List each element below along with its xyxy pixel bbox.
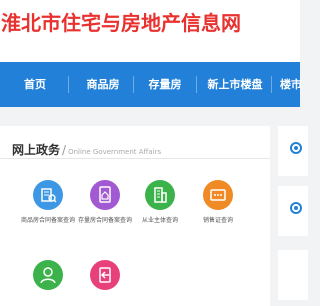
- title-separator: /: [62, 143, 67, 157]
- office-building-icon: [145, 180, 175, 210]
- nav-item-resale-homes[interactable]: 存量房: [143, 62, 187, 107]
- panel-title-text: 网上政务: [12, 143, 61, 157]
- service-label: 销售证查询: [202, 217, 233, 224]
- side-card-1[interactable]: [278, 126, 308, 176]
- nav-divider: [271, 76, 272, 93]
- nav-item-market[interactable]: 楼市: [280, 62, 320, 107]
- circle-target-icon: [290, 142, 302, 154]
- nav-divider: [196, 76, 197, 93]
- site-title[interactable]: 淮北市住宅与房地产信息网: [1, 7, 241, 36]
- user-icon: [33, 260, 63, 290]
- panel-title: 网上政务 / Online Government Affairs: [12, 139, 161, 158]
- side-card-2[interactable]: [278, 186, 308, 236]
- circle-target-icon: [290, 202, 302, 214]
- service-entity-query[interactable]: 从业主体查询: [132, 180, 188, 225]
- building-search-icon: [33, 180, 63, 210]
- nav-divider: [133, 76, 134, 93]
- site-header: 淮北市住宅与房地产信息网: [0, 0, 300, 62]
- service-commercial-contract-query[interactable]: 商品房合同备案查询: [20, 180, 76, 225]
- service-label: 从业主体查询: [141, 217, 178, 224]
- nav-item-new-homes[interactable]: 商品房: [80, 62, 126, 107]
- side-card-3[interactable]: [278, 250, 308, 300]
- service-resale-contract-query[interactable]: 存量房合同备案查询: [77, 180, 133, 225]
- nav-item-home[interactable]: 首页: [18, 62, 52, 107]
- nav-item-new-listings[interactable]: 新上市楼盘: [207, 62, 263, 107]
- panel-divider: [0, 158, 270, 159]
- login-icon: [90, 260, 120, 290]
- nav-divider: [68, 76, 69, 93]
- certificate-icon: [203, 180, 233, 210]
- panel-subtitle: Online Government Affairs: [68, 148, 162, 156]
- service-user[interactable]: [20, 260, 76, 296]
- service-label: 存量房合同备案查询: [77, 217, 132, 224]
- service-label: 商品房合同备案查询: [20, 217, 75, 224]
- main-nav: 首页 商品房 存量房 新上市楼盘 楼市: [0, 62, 302, 107]
- document-house-icon: [90, 180, 120, 210]
- service-sales-license-query[interactable]: 销售证查询: [190, 180, 246, 225]
- service-login[interactable]: [77, 260, 133, 296]
